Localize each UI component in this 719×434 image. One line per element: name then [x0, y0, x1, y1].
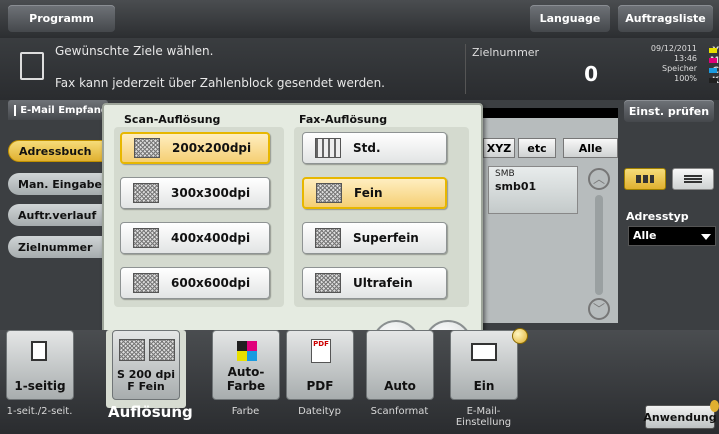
resolution-value: S 200 dpi F Fein [116, 368, 176, 393]
file-type-caption: Dateityp [298, 406, 341, 417]
resolution-pattern-icon [315, 138, 341, 158]
list-icon [684, 175, 702, 183]
address-type-label: Adresstyp [626, 210, 689, 223]
filter-tab-all[interactable]: Alle [563, 138, 618, 158]
status-panel: 09/12/2011 13:46 Speicher 100% YMCK [612, 42, 719, 98]
duplex-value: 1-seitig [14, 379, 66, 393]
resolution-pattern-icon [315, 228, 341, 248]
fax-resolution-option-label: Ultrafein [353, 276, 413, 290]
toner-levels: YMCK [699, 46, 719, 86]
address-name: smb01 [495, 180, 537, 193]
address-type-select[interactable]: Alle [628, 226, 716, 246]
fax-resolution-option[interactable]: Superfein [302, 222, 447, 254]
program-button[interactable]: Programm [8, 5, 115, 32]
document-icon [20, 52, 44, 80]
application-button[interactable]: Anwendung [643, 405, 717, 429]
scan-resolution-title: Scan-Auflösung [124, 113, 221, 126]
color-caption: Farbe [231, 406, 260, 417]
language-button[interactable]: Language [530, 5, 610, 32]
fax-resolution-option[interactable]: Fein [302, 177, 447, 209]
email-tab-label: E-Mail Empfang [20, 104, 108, 116]
check-settings-button[interactable]: Einst. prüfen [624, 100, 714, 122]
resolution-button[interactable]: S 200 dpi F Fein [112, 330, 180, 400]
memory-value: 100% [674, 74, 697, 83]
duplex-caption: 1-seit./2-seit. [6, 406, 73, 417]
resolution-icon [119, 339, 145, 361]
resolution-caption: Auflösung [108, 403, 193, 421]
email-settings-button[interactable]: Ein [450, 330, 518, 400]
status-time: 13:46 [673, 54, 697, 63]
file-type-value: PDF [306, 379, 334, 393]
resolution-dialog: Scan-Auflösung Fax-Auflösung 200x200dpi 3… [102, 103, 483, 340]
dropdown-arrow-icon [701, 234, 711, 240]
duplex-button[interactable]: 1-seitig [6, 330, 74, 400]
fax-resolution-option-label: Superfein [353, 231, 419, 245]
status-date: 09/12/2011 [650, 44, 697, 53]
list-view-toggle[interactable] [672, 168, 714, 190]
destination-number-panel: Zielnummer 0 [465, 44, 606, 94]
scan-resolution-option[interactable]: 400x400dpi [120, 222, 270, 254]
fax-resolution-option[interactable]: Ultrafein [302, 267, 447, 299]
filter-tab-xyz[interactable]: XYZ [483, 138, 515, 158]
color-icon [237, 341, 257, 361]
email-settings-caption: E-Mail- Einstellung [455, 406, 512, 428]
scrollbar-track[interactable] [595, 195, 603, 295]
fax-resolution-option-label: Fein [354, 186, 383, 200]
color-button[interactable]: Auto-Farbe [212, 330, 280, 400]
fax-resolution-title: Fax-Auflösung [299, 113, 388, 126]
scan-resolution-option-label: 200x200dpi [172, 141, 252, 155]
filter-tab-etc[interactable]: etc [518, 138, 556, 158]
grid-icon [636, 175, 654, 183]
scroll-up-button[interactable]: ︿ [588, 168, 610, 190]
destination-number-label: Zielnummer [472, 46, 540, 59]
toner-m-indicator: M [699, 56, 719, 66]
application-indicator [710, 400, 719, 412]
toner-bar [709, 78, 717, 83]
scan-resolution-option-label: 400x400dpi [171, 231, 251, 245]
resolution-icon-fax [149, 339, 175, 361]
instruction-line-1: Gewünschte Ziele wählen. [55, 44, 214, 58]
toner-bar [709, 68, 717, 73]
scan-resolution-option-label: 300x300dpi [171, 186, 251, 200]
file-type-button[interactable]: PDF PDF [286, 330, 354, 400]
scan-size-caption: Scanformat [370, 406, 429, 417]
email-settings-icon [471, 343, 497, 361]
resolution-pattern-icon [133, 183, 159, 203]
toner-y-indicator: Y [699, 46, 719, 56]
email-settings-value: Ein [473, 379, 495, 393]
settings-changed-indicator [512, 328, 528, 344]
scan-resolution-option-label: 600x600dpi [171, 276, 251, 290]
job-list-button[interactable]: Auftragsliste [618, 5, 713, 32]
smb-type: SMB [495, 169, 515, 179]
pages-icon [31, 341, 47, 361]
fax-resolution-option[interactable]: Std. [302, 132, 447, 164]
scan-resolution-option[interactable]: 300x300dpi [120, 177, 270, 209]
fax-resolution-option-label: Std. [353, 141, 381, 155]
toner-bar [709, 58, 717, 63]
toner-bar [709, 48, 717, 53]
memory-label: Speicher [662, 64, 697, 73]
scroll-down-button[interactable]: ﹀ [588, 298, 610, 320]
toner-c-indicator: C [699, 66, 719, 76]
resolution-pattern-icon [316, 183, 342, 203]
grid-view-toggle[interactable] [624, 168, 666, 190]
address-entry[interactable]: SMB smb01 [488, 166, 578, 214]
address-type-value: Alle [633, 229, 657, 242]
scan-size-button[interactable]: Auto [366, 330, 434, 400]
toner-k-indicator: K [699, 76, 719, 86]
destination-count: 0 [584, 62, 598, 86]
scan-resolution-option[interactable]: 200x200dpi [120, 132, 270, 164]
color-value: Auto-Farbe [226, 365, 266, 393]
resolution-pattern-icon [134, 138, 160, 158]
resolution-pattern-icon [133, 273, 159, 293]
pdf-icon: PDF [311, 339, 331, 363]
resolution-pattern-icon [315, 273, 341, 293]
resolution-pattern-icon [133, 228, 159, 248]
mail-icon [14, 104, 17, 116]
instruction-line-2: Fax kann jederzeit über Zahlenblock gese… [55, 76, 385, 90]
scan-size-value: Auto [384, 379, 416, 393]
scan-resolution-option[interactable]: 600x600dpi [120, 267, 270, 299]
email-tab[interactable]: E-Mail Empfang [8, 100, 108, 120]
